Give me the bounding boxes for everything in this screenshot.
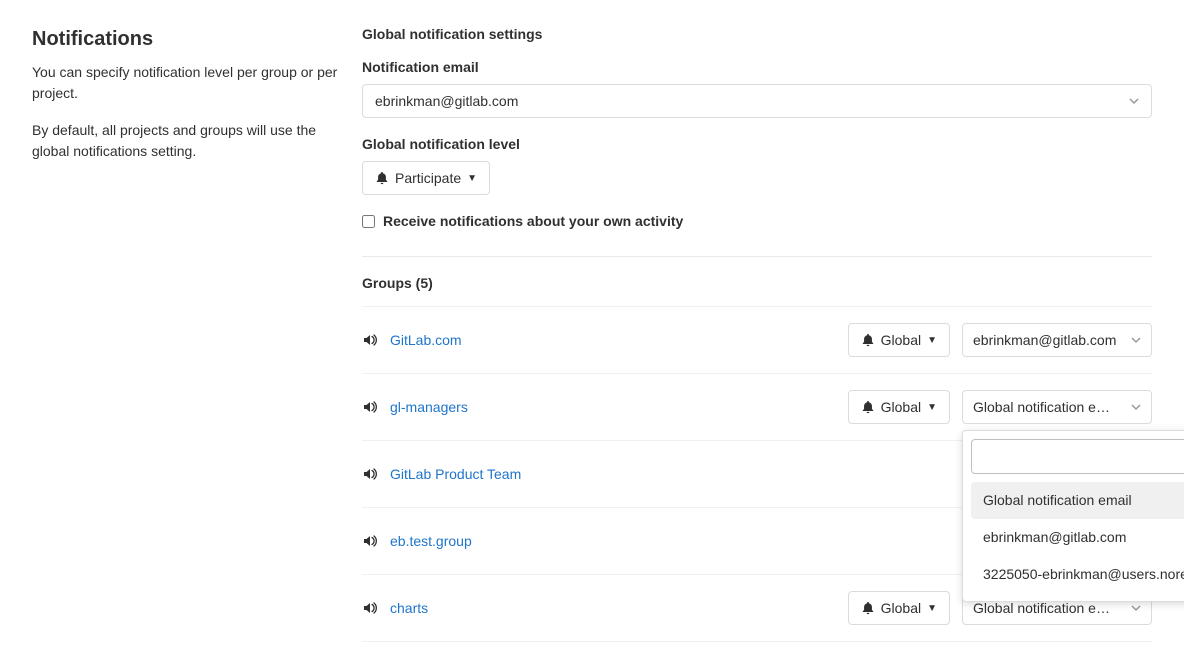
bell-icon <box>375 171 389 185</box>
group-row: GitLab.com Global ▼ ebrinkman@gitlab.com <box>362 306 1152 374</box>
caret-down-icon: ▼ <box>927 335 937 346</box>
group-email-value: ebrinkman@gitlab.com <box>973 330 1116 351</box>
bell-icon <box>861 601 875 615</box>
dropdown-option[interactable]: Global notification email <box>971 482 1184 519</box>
notification-email-value: ebrinkman@gitlab.com <box>375 91 518 112</box>
groups-heading: Groups (5) <box>362 273 1152 294</box>
group-level-button[interactable]: Global ▼ <box>848 390 950 424</box>
group-level-button[interactable]: Global ▼ <box>848 323 950 357</box>
dropdown-search-input[interactable] <box>980 449 1184 465</box>
notification-email-select[interactable]: ebrinkman@gitlab.com <box>362 84 1152 118</box>
group-level-value: Global <box>881 399 921 415</box>
bell-icon <box>861 400 875 414</box>
notification-email-label: Notification email <box>362 57 1152 78</box>
chevron-down-icon <box>1129 91 1139 112</box>
group-level-value: Global <box>881 332 921 348</box>
sound-icon <box>362 399 378 415</box>
global-heading: Global notification settings <box>362 24 1152 45</box>
group-link[interactable]: GitLab.com <box>390 330 462 351</box>
group-email-select[interactable]: Global notification e… <box>962 390 1152 424</box>
global-level-button[interactable]: Participate ▼ <box>362 161 490 195</box>
bell-icon <box>861 333 875 347</box>
sound-icon <box>362 533 378 549</box>
group-email-value: Global notification e… <box>973 397 1110 418</box>
own-activity-checkbox[interactable] <box>362 215 375 228</box>
sound-icon <box>362 332 378 348</box>
chevron-down-icon <box>1131 397 1141 418</box>
sound-icon <box>362 466 378 482</box>
dropdown-option[interactable]: 3225050-ebrinkman@users.noreply.gitlab.c… <box>971 556 1184 593</box>
divider <box>362 256 1152 257</box>
sound-icon <box>362 600 378 616</box>
caret-down-icon: ▼ <box>927 402 937 413</box>
global-level-value: Participate <box>395 170 461 186</box>
dropdown-option[interactable]: ebrinkman@gitlab.com <box>971 519 1184 556</box>
chevron-down-icon <box>1131 330 1141 351</box>
page-title: Notifications <box>32 24 338 54</box>
own-activity-label[interactable]: Receive notifications about your own act… <box>383 211 683 232</box>
caret-down-icon: ▼ <box>927 603 937 614</box>
caret-down-icon: ▼ <box>467 173 477 184</box>
group-link[interactable]: charts <box>390 598 428 619</box>
group-email-select[interactable]: ebrinkman@gitlab.com <box>962 323 1152 357</box>
group-link[interactable]: eb.test.group <box>390 531 472 552</box>
group-level-value: Global <box>881 600 921 616</box>
email-dropdown: Global notification emailebrinkman@gitla… <box>962 430 1184 602</box>
intro-text-2: By default, all projects and groups will… <box>32 120 338 162</box>
group-level-button[interactable]: Global ▼ <box>848 591 950 625</box>
group-link[interactable]: gl-managers <box>390 397 468 418</box>
intro-text-1: You can specify notification level per g… <box>32 62 338 104</box>
group-row: gl-managers Global ▼ Global notification e…… <box>362 374 1152 441</box>
global-level-label: Global notification level <box>362 134 1152 155</box>
group-link[interactable]: GitLab Product Team <box>390 464 521 485</box>
